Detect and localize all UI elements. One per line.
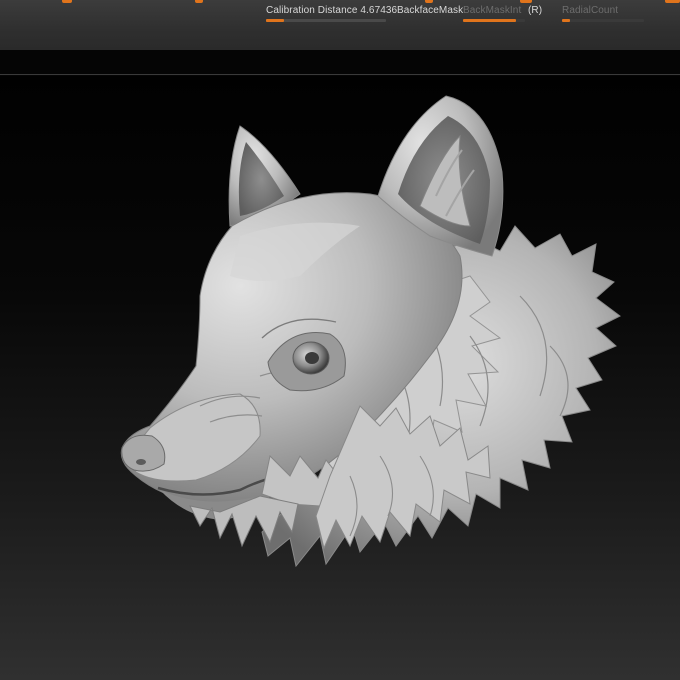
radial-r-label: (R)	[528, 5, 543, 16]
radial-count-label: RadialCount	[562, 5, 619, 16]
palette-tab-marker[interactable]	[665, 0, 680, 3]
palette-tab-marker[interactable]	[62, 0, 72, 3]
backface-mask-button[interactable]: BackfaceMask	[397, 3, 463, 18]
back-mask-intensity-slider[interactable]: BackMaskInt	[463, 3, 525, 22]
slider-fill	[562, 19, 571, 22]
back-mask-intensity-label: BackMaskInt	[463, 5, 522, 16]
radial-count-slider[interactable]: RadialCount	[562, 3, 644, 22]
palette-tab-marker[interactable]	[195, 0, 203, 3]
wolf-head-sculpt	[120, 95, 621, 568]
tool-palette-bar: Calibration Distance 4.67436 BackfaceMas…	[0, 0, 680, 51]
slider-fill	[266, 19, 284, 22]
calibration-distance-label: Calibration Distance 4.67436	[266, 5, 398, 16]
slider-track[interactable]	[463, 19, 525, 22]
slider-track[interactable]	[266, 19, 386, 22]
zbrush-window: Calibration Distance 4.67436 BackfaceMas…	[0, 0, 680, 680]
radial-r-button[interactable]: (R)	[528, 3, 542, 18]
slider-track[interactable]	[562, 19, 644, 22]
backface-mask-label: BackfaceMask	[397, 5, 464, 16]
slider-fill	[463, 19, 516, 22]
document-viewport[interactable]	[0, 76, 680, 680]
calibration-distance-slider[interactable]: Calibration Distance 4.67436	[266, 3, 397, 22]
toolbar-separator	[0, 50, 680, 76]
separator-line	[0, 74, 680, 75]
